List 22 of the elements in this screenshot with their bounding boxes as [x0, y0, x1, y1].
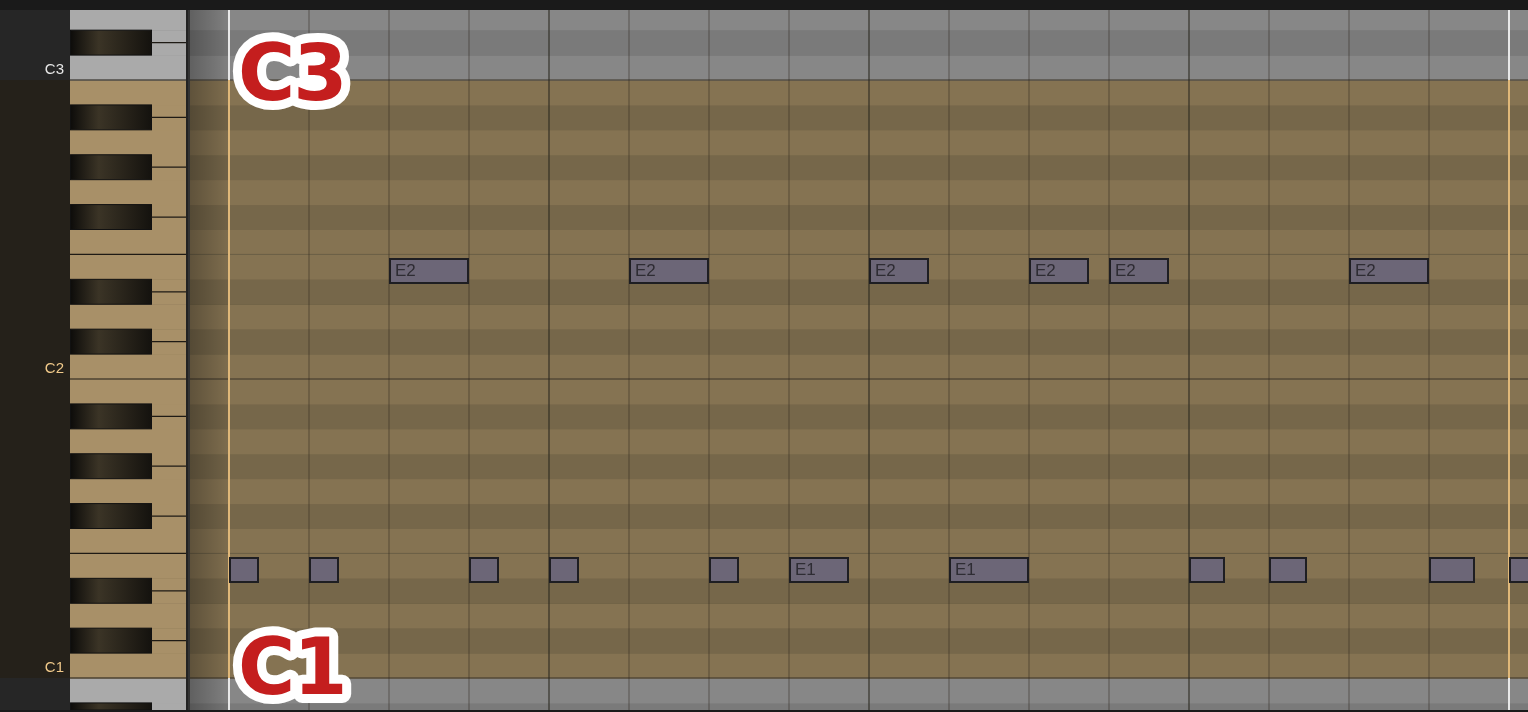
note-block[interactable] [1429, 557, 1476, 584]
note-block[interactable] [1269, 557, 1308, 584]
octave-label: C3 [44, 61, 64, 76]
note-block[interactable] [229, 557, 259, 584]
octave-label: C2 [44, 360, 64, 375]
note-block[interactable]: E2 [629, 258, 709, 285]
note-block[interactable]: E2 [1349, 258, 1429, 285]
note-block[interactable] [1189, 557, 1225, 584]
note-block[interactable] [709, 557, 739, 584]
note-block[interactable] [549, 557, 579, 584]
piano-keyboard-drawing[interactable] [70, 10, 188, 710]
octave-label: C1 [44, 659, 64, 674]
loop-marker[interactable] [1508, 10, 1510, 710]
note-block[interactable]: E2 [869, 258, 929, 285]
note-block[interactable]: E1 [789, 557, 849, 584]
loop-marker[interactable] [228, 10, 230, 710]
note-block[interactable]: E2 [1109, 258, 1169, 285]
note-block[interactable]: E2 [389, 258, 469, 285]
note-block[interactable]: E2 [1029, 258, 1089, 285]
note-block[interactable] [309, 557, 339, 584]
note-block[interactable] [469, 557, 499, 584]
note-block[interactable]: E1 [949, 557, 1029, 584]
